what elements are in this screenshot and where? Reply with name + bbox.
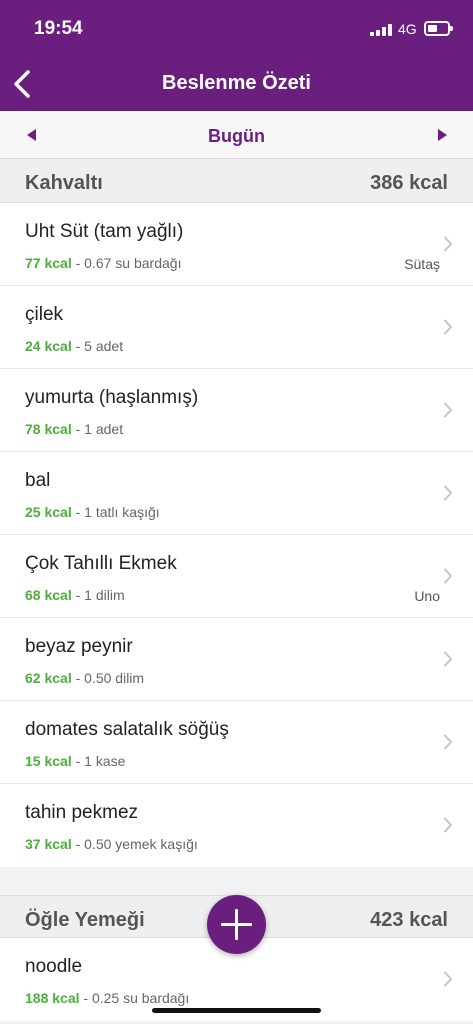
food-kcal: 188 kcal xyxy=(25,990,80,1006)
section-title: Öğle Yemeği xyxy=(25,909,145,931)
chevron-right-icon xyxy=(444,651,452,667)
add-food-button[interactable] xyxy=(207,895,266,954)
food-meta: 37 kcal - 0.50 yemek kaşığı xyxy=(25,836,198,852)
network-type: 4G xyxy=(398,21,417,37)
food-kcal: 77 kcal xyxy=(25,255,72,271)
food-portion: - 5 adet xyxy=(71,338,124,354)
food-item-row[interactable]: tahin pekmez 37 kcal - 0.50 yemek kaşığı xyxy=(0,784,473,867)
food-item-row[interactable]: domates salatalık söğüş 15 kcal - 1 kase xyxy=(0,701,473,784)
food-name: Uht Süt (tam yağlı) xyxy=(25,221,184,242)
date-label[interactable]: Bugün xyxy=(0,126,473,147)
food-meta: 15 kcal - 1 kase xyxy=(25,753,125,769)
food-item-row[interactable]: Çok Tahıllı Ekmek 68 kcal - 1 dilim Uno xyxy=(0,535,473,618)
food-name: domates salatalık söğüş xyxy=(25,719,229,740)
food-meta: 78 kcal - 1 adet xyxy=(25,421,123,437)
food-meta: 77 kcal - 0.67 su bardağı xyxy=(25,255,181,271)
food-name: yumurta (haşlanmış) xyxy=(25,387,199,408)
food-item-row[interactable]: yumurta (haşlanmış) 78 kcal - 1 adet xyxy=(0,369,473,452)
food-portion: - 0.50 yemek kaşığı xyxy=(71,836,198,852)
chevron-right-icon xyxy=(444,319,452,335)
food-name: çilek xyxy=(25,304,64,325)
home-indicator[interactable] xyxy=(152,1008,321,1013)
breakfast-list: Uht Süt (tam yağlı) 77 kcal - 0.67 su bar… xyxy=(0,203,473,867)
food-portion: - 1 tatlı kaşığı xyxy=(71,504,160,520)
food-kcal: 37 kcal xyxy=(25,836,72,852)
chevron-right-icon xyxy=(444,485,452,501)
status-time: 19:54 xyxy=(34,18,83,39)
date-selector: Bugün xyxy=(0,111,473,159)
food-item-row[interactable]: beyaz peynir 62 kcal - 0.50 dilim xyxy=(0,618,473,701)
food-kcal: 62 kcal xyxy=(25,670,72,686)
battery-icon xyxy=(424,21,453,36)
food-kcal: 15 kcal xyxy=(25,753,72,769)
food-meta: 188 kcal - 0.25 su bardağı xyxy=(25,990,189,1006)
food-meta: 25 kcal - 1 tatlı kaşığı xyxy=(25,504,160,520)
chevron-right-icon xyxy=(444,236,452,252)
section-kcal: 386 kcal xyxy=(370,172,448,194)
food-kcal: 25 kcal xyxy=(25,504,72,520)
food-portion: - 1 adet xyxy=(71,421,124,437)
food-kcal: 24 kcal xyxy=(25,338,72,354)
food-item-row[interactable]: çilek 24 kcal - 5 adet xyxy=(0,286,473,369)
food-item-row[interactable]: bal 25 kcal - 1 tatlı kaşığı xyxy=(0,452,473,535)
food-kcal: 68 kcal xyxy=(25,587,72,603)
food-item-row[interactable]: Uht Süt (tam yağlı) 77 kcal - 0.67 su bar… xyxy=(0,203,473,286)
header: 19:54 4G Beslenme Özeti xyxy=(0,0,473,111)
food-portion: - 0.25 su bardağı xyxy=(79,990,190,1006)
page-title: Beslenme Özeti xyxy=(162,72,311,94)
chevron-right-icon xyxy=(444,402,452,418)
status-bar: 19:54 4G xyxy=(0,0,473,58)
section-title: Kahvaltı xyxy=(25,172,103,194)
chevron-right-icon xyxy=(444,568,452,584)
food-portion: - 0.50 dilim xyxy=(71,670,145,686)
food-portion: - 0.67 su bardağı xyxy=(71,255,182,271)
food-name: noodle xyxy=(25,956,83,977)
chevron-right-icon xyxy=(444,971,452,987)
food-portion: - 1 dilim xyxy=(71,587,125,603)
chevron-right-icon xyxy=(444,734,452,750)
triangle-right-icon xyxy=(438,129,447,141)
food-brand: Uno xyxy=(414,588,440,604)
chevron-right-icon xyxy=(444,817,452,833)
food-name: tahin pekmez xyxy=(25,802,139,823)
food-name: beyaz peynir xyxy=(25,636,133,657)
plus-icon-stroke xyxy=(235,909,238,940)
signal-icon xyxy=(370,24,392,36)
food-kcal: 78 kcal xyxy=(25,421,72,437)
food-portion: - 1 kase xyxy=(71,753,126,769)
food-meta: 24 kcal - 5 adet xyxy=(25,338,123,354)
next-day-button[interactable] xyxy=(430,123,454,147)
section-kcal: 423 kcal xyxy=(370,909,448,931)
food-meta: 62 kcal - 0.50 dilim xyxy=(25,670,144,686)
section-header-breakfast: Kahvaltı 386 kcal xyxy=(0,159,473,203)
food-name: Çok Tahıllı Ekmek xyxy=(25,553,177,574)
food-meta: 68 kcal - 1 dilim xyxy=(25,587,125,603)
nav-bar: Beslenme Özeti xyxy=(0,58,473,111)
food-brand: Sütaş xyxy=(404,256,440,272)
food-name: bal xyxy=(25,470,51,491)
